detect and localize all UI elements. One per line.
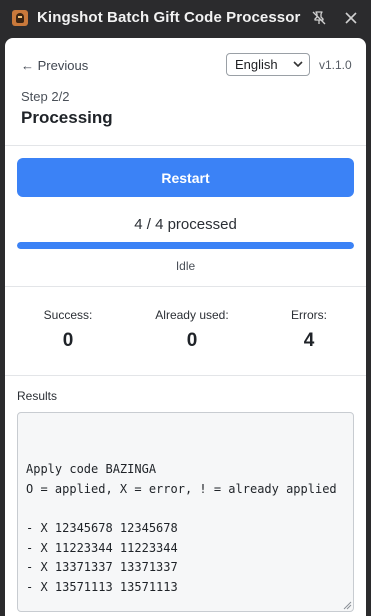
language-select[interactable]: English [226, 53, 310, 76]
divider [5, 375, 366, 376]
stat-value: 4 [303, 330, 315, 351]
restart-button[interactable]: Restart [17, 158, 354, 197]
close-icon[interactable] [343, 10, 359, 26]
progress-text: 4 / 4 processed [134, 216, 237, 233]
step-indicator: Step 2/2 [21, 89, 70, 104]
window-title: Kingshot Batch Gift Code Processor [37, 9, 301, 26]
resize-grip-icon[interactable] [343, 601, 352, 610]
page-title: Processing [21, 108, 113, 127]
stat-label: Errors: [291, 308, 327, 322]
result-line [26, 499, 345, 519]
result-line: Apply code BAZINGA [26, 462, 157, 477]
stat-label: Already used: [155, 308, 229, 322]
results-textarea[interactable]: Apply code BAZINGA O = applied, X = error… [17, 412, 354, 612]
progress-fill [17, 242, 354, 249]
app-icon [12, 10, 28, 26]
header: ← Previous English v1.1.0 Step 2/2 Proce… [5, 38, 366, 146]
results-lines: Apply code BAZINGA O = applied, X = error… [26, 460, 345, 597]
stat-value: 0 [62, 330, 74, 351]
chevron-down-icon [293, 61, 303, 68]
stat-errors: Errors: 4 [269, 308, 349, 352]
stat-success: Success: 0 [27, 308, 109, 352]
divider [5, 286, 366, 287]
result-line: O = applied, X = error, ! = already appl… [26, 481, 337, 496]
status-text: Idle [175, 259, 196, 273]
stat-label: Success: [43, 308, 93, 322]
result-line: - X 13371337 13371337 [26, 560, 178, 575]
main-panel: ← Previous English v1.1.0 Step 2/2 Proce… [5, 38, 366, 616]
results-label: Results [17, 389, 58, 403]
version-label: v1.1.0 [319, 58, 352, 72]
result-line: - X 12345678 12345678 [26, 520, 178, 535]
progress-bar [17, 242, 354, 249]
result-line: - X 11223344 11223344 [26, 540, 178, 555]
pin-off-icon[interactable] [311, 10, 327, 26]
language-value: English [235, 57, 278, 72]
stat-value: 0 [186, 330, 198, 351]
result-line: - X 13571113 13571113 [26, 579, 178, 594]
title-bar: Kingshot Batch Gift Code Processor [0, 0, 371, 36]
divider [5, 145, 366, 146]
stat-already-used: Already used: 0 [141, 308, 243, 352]
previous-link[interactable]: ← Previous [21, 58, 88, 73]
